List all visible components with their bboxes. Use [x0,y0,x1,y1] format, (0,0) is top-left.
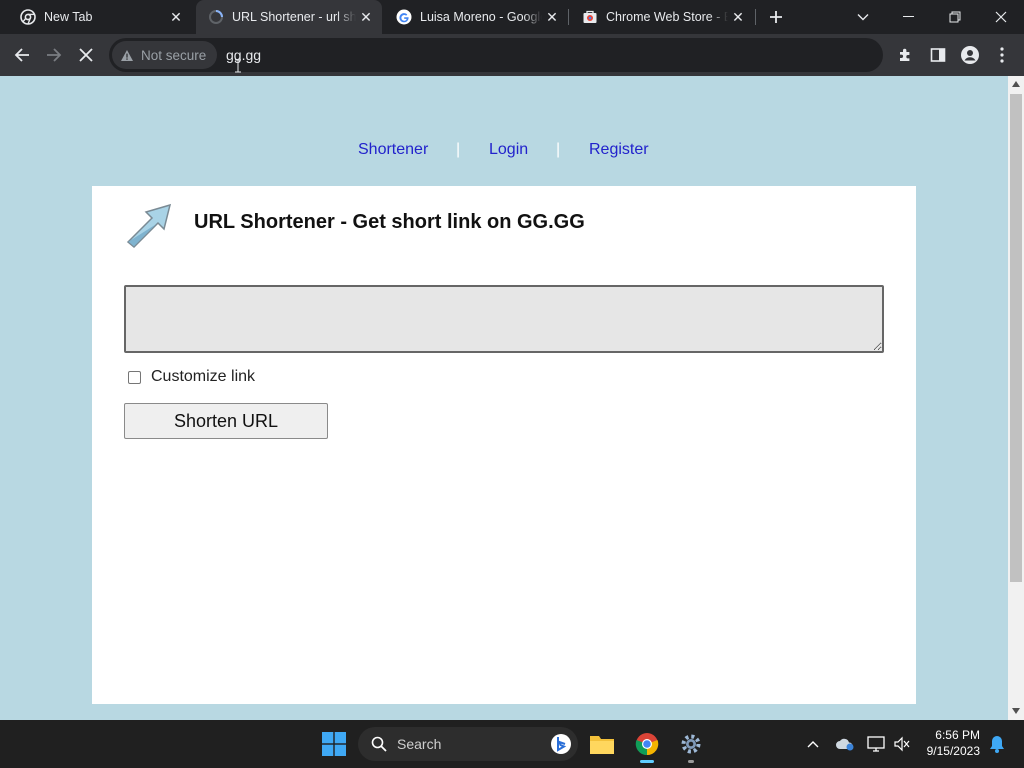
page-viewport: Shortener | Login | Register URL Shorten… [0,76,1008,720]
nav-separator: | [556,141,561,158]
cloud-icon [836,738,854,751]
customize-link-row[interactable]: Customize link [128,368,255,386]
file-explorer-button[interactable] [586,728,618,760]
customize-link-checkbox[interactable] [128,370,141,384]
search-icon [371,736,387,752]
taskbar-clock[interactable]: 6:56 PM 9/15/2023 [918,727,980,759]
nav-separator: | [456,141,461,158]
nav-login-link[interactable]: Login [489,141,528,159]
shorten-url-button[interactable]: Shorten URL [124,403,328,439]
tab-divider [755,9,756,25]
taskbar-search-label: Search [397,736,442,752]
page-title: URL Shortener - Get short link on GG.GG [194,211,585,233]
plus-icon [770,11,782,23]
stop-icon [79,48,93,62]
scroll-up-icon[interactable] [1012,81,1020,87]
google-icon [396,9,412,25]
nav-shortener-link[interactable]: Shortener [358,141,428,159]
tab-url-shortener[interactable]: URL Shortener - url shortener ✕ [196,0,382,34]
puzzle-icon [900,48,910,61]
restore-button[interactable] [932,0,978,34]
nav-register-link[interactable]: Register [589,141,649,159]
site-nav: Shortener | Login | Register [0,141,1008,163]
back-button[interactable] [6,39,38,71]
minimize-button[interactable] [886,0,932,34]
loading-favicon-icon [209,10,223,24]
notifications-button[interactable] [981,728,1013,760]
stop-loading-button[interactable] [70,39,102,71]
show-hidden-icons-button[interactable] [797,728,829,760]
tab-title: Chrome Web Store - Extensions [606,10,728,24]
monitor-icon [867,736,885,752]
tab-title: Luisa Moreno - Google Search [420,10,542,24]
menu-button[interactable] [986,39,1018,71]
settings-running-indicator [688,760,694,763]
arrow-left-icon [14,48,29,62]
tab-google-search[interactable]: Luisa Moreno - Google Search ✕ [384,0,568,34]
warning-icon [121,49,133,61]
close-tab-icon[interactable]: ✕ [728,7,748,27]
arrow-right-icon [47,48,62,62]
profile-icon [961,46,979,64]
extensions-button[interactable] [890,39,922,71]
url-text[interactable]: gg.gg [226,47,261,63]
clock-time: 6:56 PM [935,728,980,742]
customize-link-label: Customize link [151,368,256,385]
web-store-icon [583,10,597,23]
shortener-card: URL Shortener - Get short link on GG.GG … [92,186,916,704]
forward-button[interactable] [38,39,70,71]
close-tab-icon[interactable]: ✕ [356,7,376,27]
new-tab-button[interactable] [758,0,794,34]
tab-title: New Tab [44,10,93,24]
arrow-logo-icon [126,203,172,249]
chevron-up-icon [807,741,819,748]
volume-tray-button[interactable] [886,728,918,760]
settings-taskbar-button[interactable] [675,728,707,760]
bing-icon [551,734,571,754]
long-url-input[interactable] [124,285,884,353]
bell-icon [990,736,1004,753]
speaker-muted-icon [894,736,910,752]
chrome-taskbar-button[interactable] [631,728,663,760]
side-panel-button[interactable] [922,39,954,71]
profile-button[interactable] [954,39,986,71]
tab-search-button[interactable] [840,0,886,34]
security-label: Not secure [141,47,207,63]
text-cursor-icon [235,59,241,73]
close-icon [995,11,1007,23]
close-tab-icon[interactable]: ✕ [542,7,562,27]
close-window-button[interactable] [978,0,1024,34]
minimize-icon [903,16,914,17]
tab-strip: New Tab ✕ URL Shortener - url shortener … [0,0,1024,34]
tab-title: URL Shortener - url shortener [232,10,356,24]
close-tab-icon[interactable]: ✕ [166,7,186,27]
tab-chrome-web-store[interactable]: Chrome Web Store - Extensions ✕ [570,0,754,34]
onedrive-tray-button[interactable] [829,728,861,760]
clock-date: 9/15/2023 [926,744,980,758]
chrome-icon [20,9,36,25]
scrollbar-thumb[interactable] [1010,94,1022,582]
scroll-down-icon[interactable] [1012,708,1020,714]
start-button[interactable] [318,728,350,760]
security-chip[interactable]: Not secure [112,41,217,69]
windows-logo-icon [322,732,346,756]
side-panel-icon [930,48,946,62]
address-bar[interactable]: Not secure gg.gg [109,38,883,73]
chrome-icon [635,733,659,756]
folder-icon [590,736,614,754]
restore-icon [949,11,961,23]
gear-icon [681,734,701,754]
chevron-down-icon [857,14,869,21]
tab-divider [568,9,569,25]
tab-new-tab[interactable]: New Tab ✕ [8,0,192,34]
kebab-menu-icon [1000,47,1004,63]
vertical-scrollbar[interactable] [1008,76,1024,720]
taskbar-search-box[interactable]: Search [358,727,578,761]
chrome-active-indicator [640,760,654,763]
